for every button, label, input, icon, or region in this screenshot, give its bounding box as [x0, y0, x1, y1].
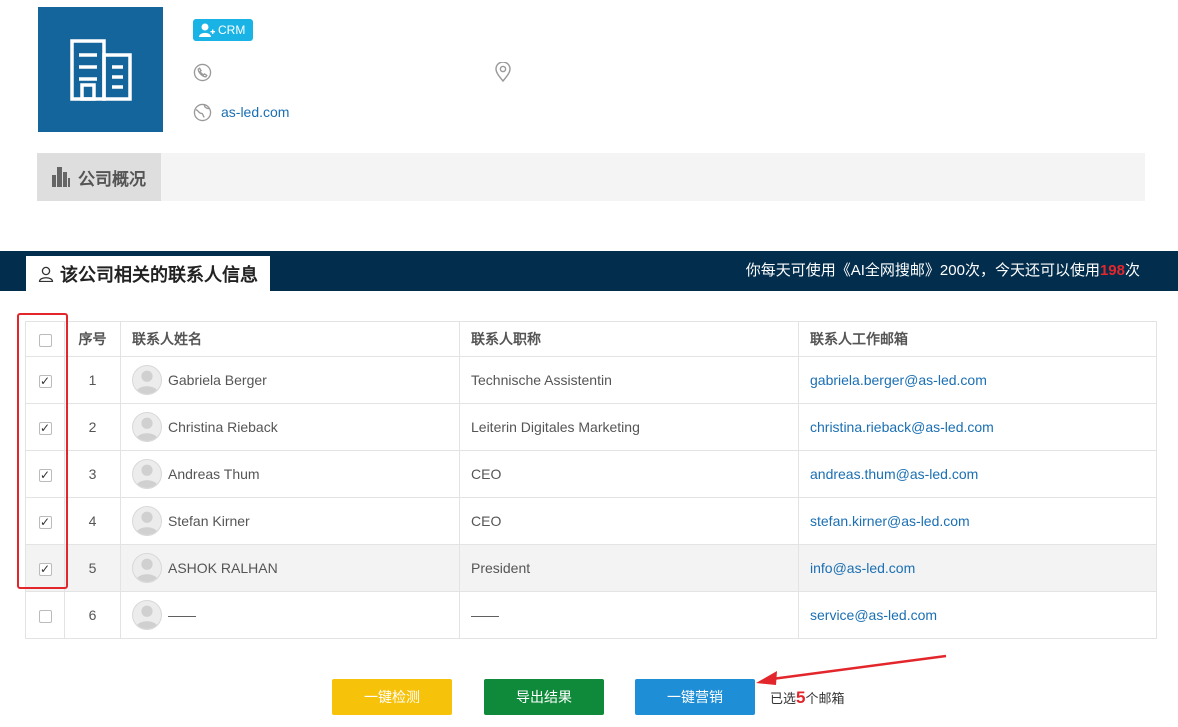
avatar [132, 600, 162, 630]
row-checkbox[interactable]: ✓ [38, 374, 52, 388]
contact-title: CEO [459, 497, 799, 545]
row-checkbox[interactable]: ✓ [38, 562, 52, 576]
quota-remaining: 198 [1099, 262, 1125, 279]
header-select-all [25, 321, 65, 357]
user-icon [38, 266, 54, 282]
contact-email-link[interactable]: andreas.thum@as-led.com [810, 466, 978, 482]
crm-badge-label: CRM [218, 23, 246, 37]
one-click-detect-button[interactable]: 一键检测 [332, 679, 452, 715]
phone-icon [192, 62, 212, 82]
contacts-section-tab: 该公司相关的联系人信息 [26, 256, 270, 291]
avatar-placeholder-icon [135, 558, 159, 582]
contact-title: Leiterin Digitales Marketing [459, 403, 799, 451]
tab-company-overview[interactable]: 公司概况 [37, 153, 161, 201]
overview-bar: 公司概况 [37, 153, 1145, 201]
contact-name: Andreas Thum [168, 466, 260, 482]
contact-name: ASHOK RALHAN [168, 560, 278, 576]
contact-email-link[interactable]: christina.rieback@as-led.com [810, 419, 994, 435]
header-name: 联系人姓名 [120, 321, 460, 357]
globe-icon [192, 102, 212, 122]
table-header-row: 序号 联系人姓名 联系人职称 联系人工作邮箱 [25, 321, 1157, 357]
row-checkbox[interactable]: ✓ [38, 515, 52, 529]
contact-name: Gabriela Berger [168, 372, 267, 388]
row-checkbox[interactable]: ✓ [38, 421, 52, 435]
contact-title: —— [459, 591, 799, 639]
avatar-placeholder-icon [135, 605, 159, 629]
location-icon [493, 62, 513, 82]
contact-name: Christina Rieback [168, 419, 278, 435]
row-index: 6 [64, 591, 121, 639]
crm-badge[interactable]: CRM [193, 19, 254, 41]
contact-email-link[interactable]: gabriela.berger@as-led.com [810, 372, 987, 388]
select-all-checkbox[interactable] [38, 333, 52, 347]
contact-email-link[interactable]: service@as-led.com [810, 607, 937, 623]
row-index: 5 [64, 544, 121, 592]
annotation-arrow [756, 654, 947, 685]
row-checkbox[interactable] [38, 609, 52, 623]
contacts-banner: 该公司相关的联系人信息 你每天可使用《AI全网搜邮》200次，今天还可以使用19… [0, 251, 1178, 291]
contact-title: Technische Assistentin [459, 356, 799, 404]
contact-title: President [459, 544, 799, 592]
contacts-table: 序号 联系人姓名 联系人职称 联系人工作邮箱 ✓ 1 Gabriela Berg… [25, 321, 1157, 639]
quota-suffix: 次 [1124, 262, 1140, 279]
table-row: ✓ 1 Gabriela Berger Technische Assistent… [25, 356, 1157, 404]
header-title: 联系人职称 [459, 321, 799, 357]
table-row: ✓ 2 Christina Rieback Leiterin Digitales… [25, 403, 1157, 451]
avatar [132, 506, 162, 536]
avatar [132, 459, 162, 489]
contact-title: CEO [459, 450, 799, 498]
company-logo [38, 7, 163, 132]
add-user-icon [199, 23, 215, 37]
row-index: 2 [64, 403, 121, 451]
bar-chart-icon [52, 167, 70, 187]
table-row: ✓ 3 Andreas Thum CEO andreas.thum@as-led… [25, 450, 1157, 498]
selected-count-text: 已选5个邮箱 [770, 688, 845, 708]
avatar [132, 412, 162, 442]
selected-suffix: 个邮箱 [805, 691, 845, 706]
overview-tab-label: 公司概况 [78, 169, 146, 189]
avatar [132, 365, 162, 395]
row-index: 4 [64, 497, 121, 545]
table-row: ✓ 4 Stefan Kirner CEO stefan.kirner@as-l… [25, 497, 1157, 545]
contact-email-link[interactable]: stefan.kirner@as-led.com [810, 513, 970, 529]
row-index: 3 [64, 450, 121, 498]
website-link[interactable]: as-led.com [221, 104, 289, 120]
avatar [132, 553, 162, 583]
contacts-section-title: 该公司相关的联系人信息 [60, 264, 258, 285]
header-index: 序号 [64, 321, 121, 357]
table-row: 6 —— —— service@as-led.com [25, 591, 1157, 639]
row-checkbox[interactable]: ✓ [38, 468, 52, 482]
export-results-button[interactable]: 导出结果 [484, 679, 604, 715]
quota-prefix: 你每天可使用《AI全网搜邮》200次，今天还可以使用 [745, 262, 1100, 279]
avatar-placeholder-icon [135, 417, 159, 441]
one-click-marketing-button[interactable]: 一键营销 [635, 679, 755, 715]
avatar-placeholder-icon [135, 511, 159, 535]
row-index: 1 [64, 356, 121, 404]
contact-email-link[interactable]: info@as-led.com [810, 560, 915, 576]
building-icon [69, 38, 132, 101]
selected-prefix: 已选 [770, 691, 797, 706]
header-email: 联系人工作邮箱 [798, 321, 1157, 357]
table-row: ✓ 5 ASHOK RALHAN President info@as-led.c… [25, 544, 1157, 592]
contact-name: —— [168, 607, 196, 623]
avatar-placeholder-icon [135, 370, 159, 394]
usage-quota: 你每天可使用《AI全网搜邮》200次，今天还可以使用198次 [746, 251, 1140, 291]
avatar-placeholder-icon [135, 464, 159, 488]
contact-name: Stefan Kirner [168, 513, 250, 529]
